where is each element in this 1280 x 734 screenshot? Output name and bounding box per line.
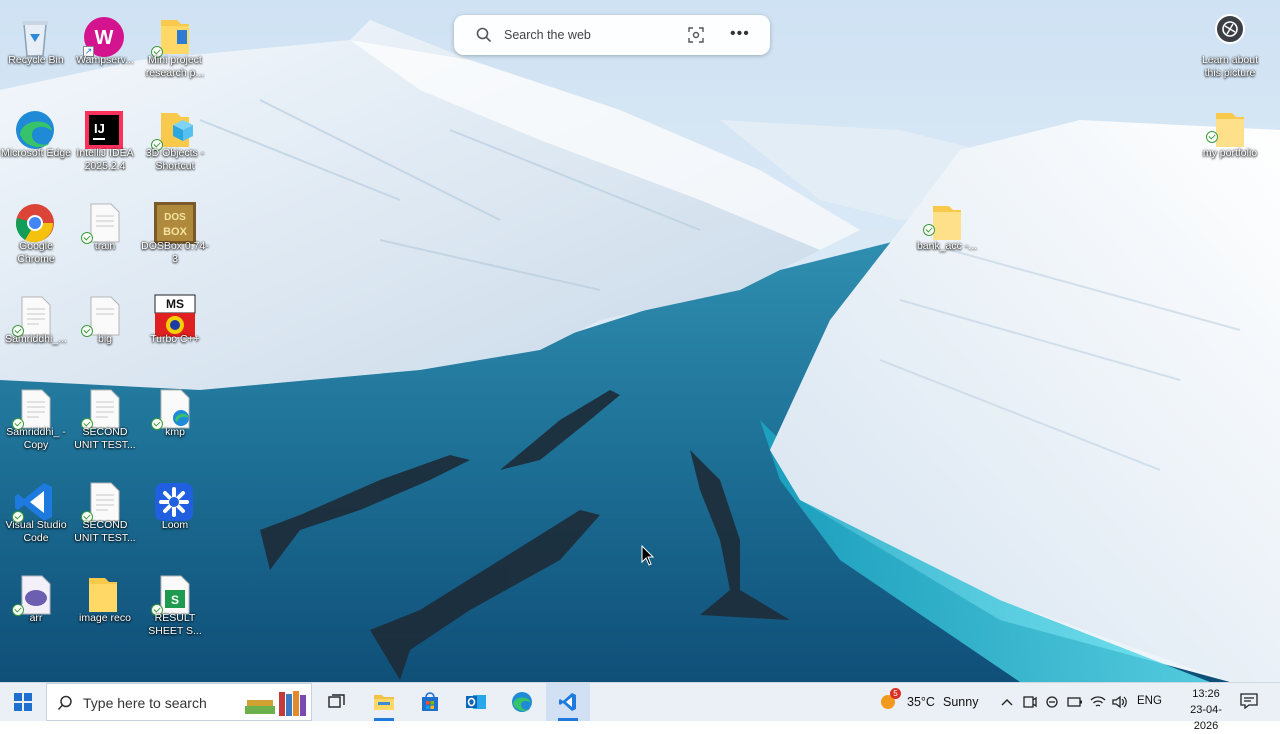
3d-objects-shortcut[interactable]: 3D Objects - Shortcut bbox=[139, 99, 211, 187]
folder-image-reco[interactable]: image reco bbox=[69, 564, 141, 652]
sync-status-icon bbox=[923, 224, 935, 236]
learn-about-label: Learn about this picture bbox=[1201, 54, 1259, 79]
wampserver-shortcut[interactable]: W ↗ Wampserv... bbox=[69, 6, 141, 94]
loom-shortcut[interactable]: Loom bbox=[139, 471, 211, 559]
mouse-cursor-icon bbox=[641, 544, 655, 572]
more-options-button[interactable]: ••• bbox=[730, 25, 750, 43]
weather-condition: Sunny bbox=[943, 695, 979, 709]
dosbox-shortcut[interactable]: DOS BOX DOSBox 0.74-3 bbox=[139, 192, 211, 280]
web-search-widget[interactable]: Search the web ••• bbox=[454, 15, 770, 55]
search-highlight-books-icon bbox=[245, 691, 306, 716]
taskbar-search-box[interactable]: Type here to search bbox=[46, 683, 312, 721]
document-second-unit-test-2[interactable]: SECOND UNIT TEST... bbox=[69, 471, 141, 559]
battery-icon[interactable] bbox=[1067, 697, 1083, 707]
document-second-unit-test-1[interactable]: SECOND UNIT TEST... bbox=[69, 378, 141, 466]
svg-text:W: W bbox=[95, 27, 114, 49]
web-search-placeholder: Search the web bbox=[504, 28, 591, 42]
edge-icon bbox=[512, 692, 532, 712]
document-samriddhi[interactable]: Samriddhi_... bbox=[0, 285, 72, 373]
taskbar: Type here to search 5 35°C Sunny ENG 13:… bbox=[0, 682, 1280, 732]
svg-text:MS: MS bbox=[166, 297, 184, 311]
svg-text:IJ: IJ bbox=[94, 121, 105, 136]
volume-icon[interactable] bbox=[1112, 695, 1128, 709]
svg-text:DOS: DOS bbox=[164, 212, 186, 223]
document-train[interactable]: train bbox=[69, 192, 141, 280]
recycle-bin-icon[interactable]: Recycle Bin bbox=[0, 6, 72, 94]
folder-mini-project[interactable]: Mini project research p... bbox=[139, 6, 211, 94]
clock-time: 13:26 bbox=[1192, 688, 1220, 700]
file-arr[interactable]: arr bbox=[0, 564, 72, 652]
taskbar-search-placeholder: Type here to search bbox=[83, 695, 207, 711]
edge-html-kmp[interactable]: kmp bbox=[139, 378, 211, 466]
visual-studio-code-icon bbox=[559, 693, 576, 711]
file-explorer-icon bbox=[374, 695, 394, 710]
svg-text:BOX: BOX bbox=[163, 226, 188, 238]
start-button[interactable] bbox=[0, 683, 44, 721]
folder-my-portfolio[interactable]: my portfolio bbox=[1194, 99, 1266, 187]
input-language-indicator[interactable]: ENG bbox=[1137, 695, 1162, 707]
search-icon bbox=[57, 695, 72, 710]
meet-now-icon[interactable] bbox=[1023, 696, 1037, 708]
task-view-icon bbox=[328, 694, 345, 708]
spreadsheet-result-sheet[interactable]: S RESULT SHEET S... bbox=[139, 564, 211, 652]
document-samriddhi-copy[interactable]: Samriddhi_ - Copy bbox=[0, 378, 72, 466]
taskbar-app-microsoft-store[interactable] bbox=[408, 683, 452, 721]
microsoft-store-icon bbox=[422, 692, 438, 711]
weather-temperature: 35°C bbox=[907, 695, 935, 709]
sync-status-icon bbox=[1206, 131, 1218, 143]
google-chrome-shortcut[interactable]: Google Chrome bbox=[0, 192, 72, 280]
clock-date: 23-04-2026 bbox=[1190, 704, 1222, 732]
clock[interactable]: 13:26 23-04-2026 bbox=[1181, 686, 1231, 734]
taskbar-app-edge[interactable] bbox=[500, 683, 544, 721]
svg-text:S: S bbox=[171, 593, 179, 607]
camera-info-icon bbox=[1215, 14, 1245, 44]
folder-bank-acc[interactable]: bank_acc -... bbox=[911, 192, 983, 280]
vscode-shortcut[interactable]: Visual Studio Code bbox=[0, 471, 72, 559]
task-view-button[interactable] bbox=[315, 683, 359, 721]
wifi-icon[interactable] bbox=[1090, 695, 1106, 709]
taskbar-app-vscode[interactable] bbox=[546, 683, 590, 721]
onedrive-icon[interactable] bbox=[1044, 696, 1060, 708]
weather-widget[interactable]: 5 35°C Sunny bbox=[876, 683, 986, 721]
visual-search-icon[interactable] bbox=[688, 27, 704, 48]
intellij-shortcut[interactable]: IJ IntelliJ IDEA 2025.2.4 bbox=[69, 99, 141, 187]
notification-center-icon[interactable] bbox=[1240, 693, 1258, 709]
taskbar-app-file-explorer[interactable] bbox=[362, 683, 406, 721]
turbo-cpp-shortcut[interactable]: MS Turbo C++ bbox=[139, 285, 211, 373]
show-hidden-icons-chevron-icon[interactable] bbox=[1001, 698, 1013, 706]
learn-about-picture-button[interactable]: Learn about this picture bbox=[1196, 14, 1264, 80]
search-icon bbox=[476, 27, 492, 48]
taskbar-app-outlook[interactable] bbox=[454, 683, 498, 721]
microsoft-edge-shortcut[interactable]: Microsoft Edge bbox=[0, 99, 72, 187]
document-big[interactable]: big bbox=[69, 285, 141, 373]
windows-logo-icon bbox=[14, 693, 32, 711]
weather-alert-badge: 5 bbox=[890, 688, 901, 699]
outlook-icon bbox=[466, 695, 486, 709]
